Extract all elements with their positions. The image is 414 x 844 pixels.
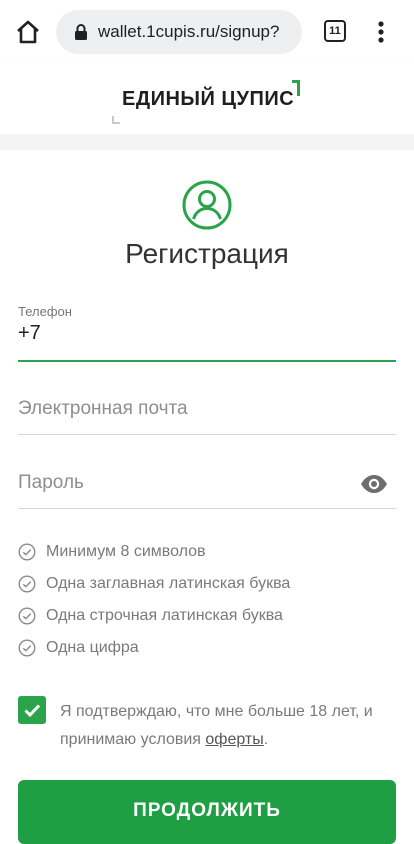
check-circle-icon — [18, 607, 36, 625]
continue-button-label: ПРОДОЛЖИТЬ — [133, 800, 281, 821]
continue-button[interactable]: ПРОДОЛЖИТЬ — [18, 780, 396, 844]
email-field[interactable]: Электронная почта — [18, 396, 396, 435]
password-field[interactable]: Пароль — [18, 470, 396, 509]
phone-input[interactable]: +7 — [18, 322, 41, 345]
age-checkbox[interactable] — [18, 696, 46, 724]
rule-text: Минимум 8 символов — [46, 543, 206, 560]
check-circle-icon — [18, 639, 36, 657]
address-bar[interactable]: wallet.1cupis.ru/signup? — [56, 10, 302, 54]
phone-label: Телефон — [18, 304, 72, 319]
confirm-text-end: . — [263, 731, 269, 748]
rule-text: Одна цифра — [46, 639, 139, 656]
age-confirmation: Я подтверждаю, что мне больше 18 лет, и … — [18, 696, 396, 756]
rule-item: Одна цифра — [18, 632, 396, 664]
show-password-icon[interactable] — [360, 474, 388, 494]
password-input[interactable]: Пароль — [18, 472, 84, 494]
tab-switcher-button[interactable]: 11 — [324, 20, 346, 42]
logo-one-mark — [292, 80, 300, 96]
check-circle-icon — [18, 543, 36, 561]
check-circle-icon — [18, 575, 36, 593]
header-divider — [0, 134, 414, 150]
password-rules: Минимум 8 символов Одна заглавная латинс… — [18, 536, 396, 664]
site-header: ЕДИНЫЙ ЦУПИС — [0, 64, 414, 134]
page-title: Регистрация — [125, 238, 289, 269]
rule-text: Одна строчная латинская буква — [46, 607, 283, 624]
rule-text: Одна заглавная латинская буква — [46, 575, 291, 592]
rule-item: Одна заглавная латинская буква — [18, 568, 396, 600]
phone-field[interactable]: Телефон +7 — [18, 304, 396, 362]
logo-text: ЕДИНЫЙ ЦУПИС — [122, 88, 295, 110]
email-input[interactable]: Электронная почта — [18, 398, 188, 420]
more-vert-icon[interactable] — [372, 18, 390, 46]
logo-corner-mark — [112, 116, 120, 124]
browser-toolbar: wallet.1cupis.ru/signup? 11 — [0, 0, 414, 64]
checkmark-icon — [24, 704, 41, 718]
tab-count: 11 — [329, 25, 341, 37]
url-text: wallet.1cupis.ru/signup? — [98, 22, 280, 41]
rule-item: Одна строчная латинская буква — [18, 600, 396, 632]
offer-link[interactable]: оферты — [205, 731, 263, 748]
rule-item: Минимум 8 символов — [18, 536, 396, 568]
home-icon[interactable] — [14, 18, 42, 46]
user-avatar-icon — [182, 180, 232, 230]
lock-icon — [75, 24, 87, 40]
confirm-text: Я подтверждаю, что мне больше 18 лет, и … — [60, 698, 396, 754]
